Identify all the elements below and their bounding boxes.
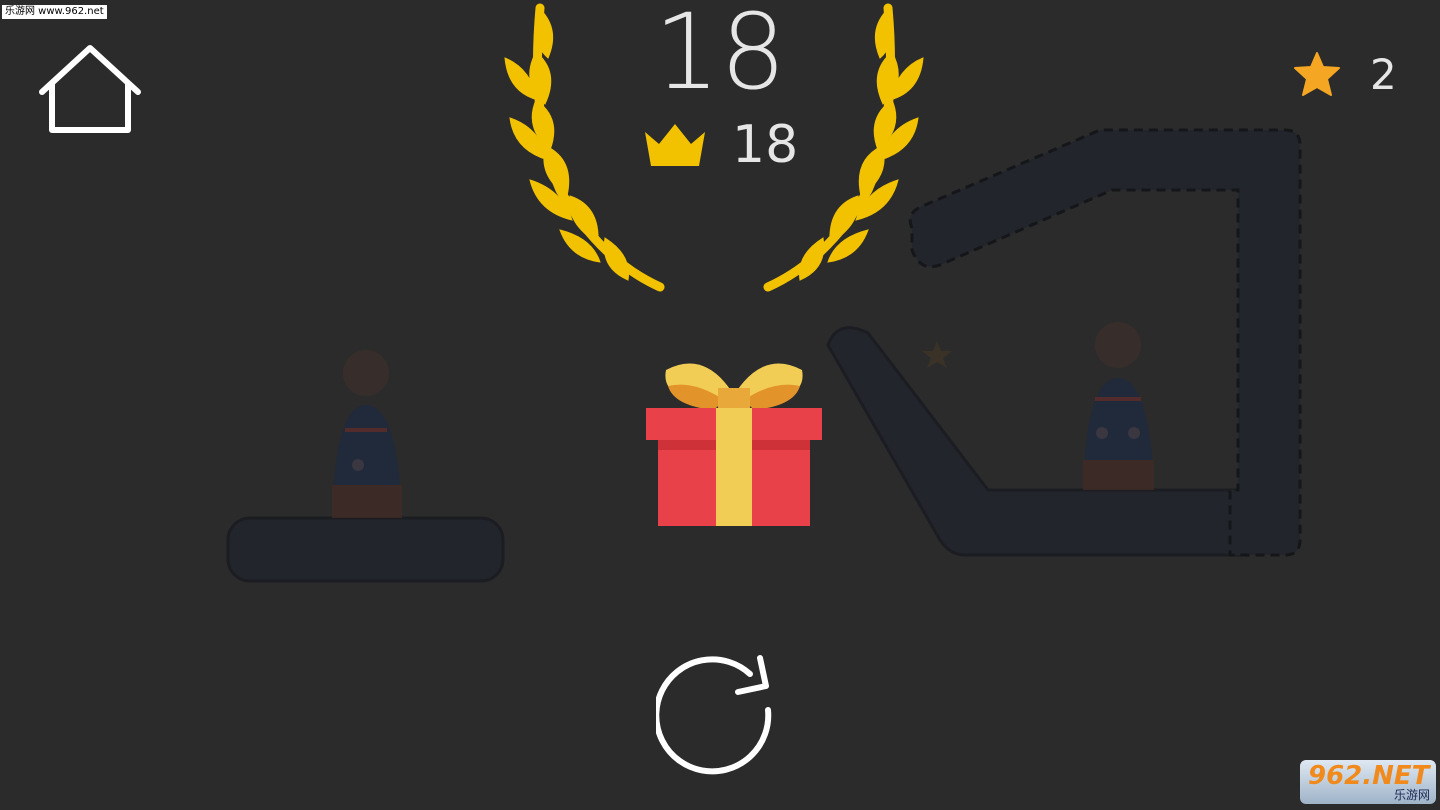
brand-logo-subtext: 乐游网	[1393, 788, 1430, 802]
star-icon	[1294, 52, 1340, 96]
home-icon[interactable]	[38, 44, 142, 136]
crown-icon	[645, 124, 705, 166]
gift-icon[interactable]	[644, 360, 824, 530]
watermark-label: 乐游网 www.962.net	[2, 5, 107, 19]
restart-icon[interactable]	[656, 652, 784, 784]
best-score-value: 18	[732, 115, 799, 175]
brand-logo: 962.NET 乐游网	[1300, 760, 1436, 804]
stars-count: 2	[1370, 50, 1397, 99]
score-value: 18	[653, 0, 787, 113]
